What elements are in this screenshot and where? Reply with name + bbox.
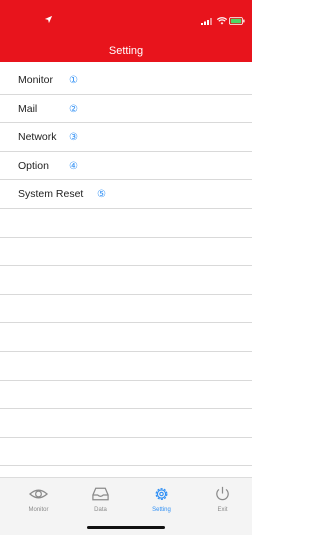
empty-row [0, 266, 252, 295]
setting-item-monitor[interactable]: Monitor ① [0, 66, 252, 95]
gear-icon [155, 488, 168, 500]
tab-setting[interactable]: Setting [130, 478, 193, 522]
empty-row [0, 438, 252, 467]
empty-row [0, 323, 252, 352]
tab-exit[interactable]: Exit [191, 478, 254, 522]
location-arrow-icon [44, 15, 53, 24]
setting-label: Mail [18, 102, 38, 115]
empty-row [0, 209, 252, 238]
tab-data[interactable]: Data [69, 478, 132, 522]
tab-label: Setting [152, 507, 171, 513]
tab-label: Exit [217, 507, 228, 513]
setting-number-badge: ④ [69, 160, 78, 172]
home-indicator [87, 526, 165, 529]
empty-row [0, 352, 252, 381]
empty-row [0, 295, 252, 324]
battery-icon [229, 17, 245, 25]
setting-item-system-reset[interactable]: System Reset ⑤ [0, 180, 252, 209]
setting-number-badge: ③ [69, 132, 78, 144]
setting-number-badge: ① [69, 75, 78, 86]
tab-label: Monitor [28, 507, 49, 513]
wifi-icon [217, 17, 227, 25]
setting-number-badge: ⑤ [97, 189, 106, 201]
setting-label: System Reset [18, 188, 84, 201]
empty-row [0, 238, 252, 267]
setting-label: Network [18, 131, 57, 144]
setting-item-option[interactable]: Option ④ [0, 152, 252, 181]
setting-item-mail[interactable]: Mail ② [0, 95, 252, 124]
setting-label: Option [18, 159, 49, 172]
setting-label: Monitor [18, 74, 54, 86]
power-icon [216, 486, 229, 501]
settings-list: Monitor ① Mail ② Network ③ Option ④ Syst… [0, 66, 252, 467]
cellular-signal-icon [201, 18, 212, 25]
empty-row [0, 381, 252, 410]
tab-label: Data [94, 507, 107, 513]
eye-icon [29, 489, 48, 499]
setting-item-network[interactable]: Network ③ [0, 123, 252, 152]
header-bar: Setting [0, 0, 252, 62]
page-title: Setting [108, 45, 144, 57]
tab-monitor[interactable]: Monitor [7, 478, 70, 522]
setting-number-badge: ② [69, 103, 78, 115]
empty-row [0, 409, 252, 438]
status-bar [0, 0, 252, 40]
inbox-tray-icon [92, 487, 109, 501]
